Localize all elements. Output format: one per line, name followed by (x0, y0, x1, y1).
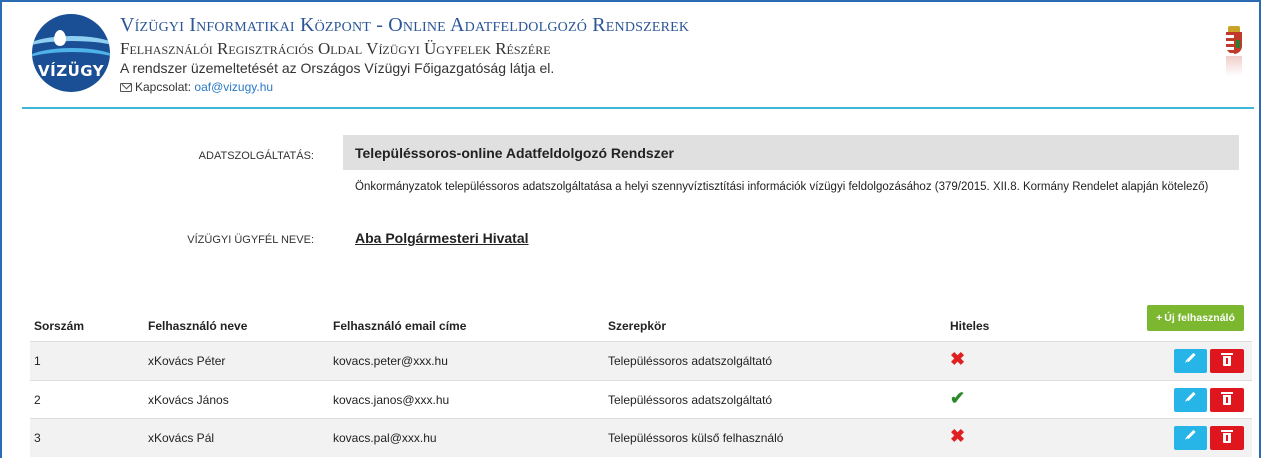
column-header-verified: Hiteles (950, 319, 990, 333)
row-user-role: Településsoros adatszolgáltató (608, 354, 773, 368)
table-row: 2 xKovács János kovacs.janos@xxx.hu Tele… (30, 381, 1252, 419)
row-user-role: Településsoros külső felhasználó (608, 431, 784, 445)
pencil-icon (1186, 429, 1196, 440)
row-index: 2 (34, 393, 41, 407)
contact-email-link[interactable]: oaf@vizugy.hu (194, 80, 273, 94)
row-index: 1 (34, 354, 41, 368)
client-name-link[interactable]: Aba Polgármesteri Hivatal (355, 230, 529, 246)
contact-line: Kapcsolat: oaf@vizugy.hu (120, 80, 273, 94)
row-user-email: kovacs.janos@xxx.hu (333, 393, 450, 407)
column-header-name: Felhasználó neve (148, 319, 248, 333)
column-header-email: Felhasználó email címe (333, 319, 467, 333)
logo-text: VÍZÜGY (38, 62, 105, 80)
pencil-icon (1186, 352, 1196, 363)
contact-label: Kapcsolat: (135, 80, 192, 94)
pencil-icon (1186, 391, 1196, 402)
cross-icon: ✖ (950, 426, 966, 446)
page-subtitle: Felhasználói Regisztrációs Oldal Vízügyi… (120, 39, 551, 58)
row-user-name: xKovács János (148, 393, 229, 407)
service-name: Településsoros-online Adatfeldolgozó Ren… (355, 145, 674, 161)
table-row: 3 xKovács Pál kovacs.pal@xxx.hu Települé… (30, 419, 1252, 457)
header: VÍZÜGY Vízügyi Informatikai Központ - On… (20, 8, 1250, 106)
header-divider (22, 107, 1254, 109)
row-user-name: xKovács Péter (148, 354, 226, 368)
add-user-button[interactable]: + Új felhasználó (1147, 305, 1244, 331)
trash-icon (1221, 392, 1233, 405)
column-header-role: Szerepkör (608, 319, 667, 333)
add-user-label: Új felhasználó (1164, 312, 1235, 324)
service-label: Adatszolgáltatás: (198, 150, 314, 162)
operator-text: A rendszer üzemeltetését az Országos Víz… (120, 60, 555, 76)
row-user-role: Településsoros adatszolgáltató (608, 393, 773, 407)
coat-of-arms-icon (1226, 26, 1242, 76)
row-user-email: kovacs.peter@xxx.hu (333, 354, 448, 368)
row-user-name: xKovács Pál (148, 431, 215, 445)
cross-icon: ✖ (950, 349, 966, 369)
delete-user-button[interactable] (1210, 426, 1244, 450)
table-row: 1 xKovács Péter kovacs.peter@xxx.hu Tele… (30, 342, 1252, 380)
vizugy-logo: VÍZÜGY (32, 14, 110, 92)
row-index: 3 (34, 431, 41, 445)
edit-user-button[interactable] (1174, 349, 1207, 373)
client-label: Vízügyi ügyfél neve: (187, 234, 314, 246)
edit-user-button[interactable] (1174, 426, 1207, 450)
trash-icon (1221, 430, 1233, 443)
delete-user-button[interactable] (1210, 349, 1244, 373)
row-user-email: kovacs.pal@xxx.hu (333, 431, 437, 445)
plus-icon: + (1156, 312, 1163, 324)
envelope-icon (120, 83, 132, 92)
delete-user-button[interactable] (1210, 388, 1244, 412)
trash-icon (1221, 353, 1233, 366)
column-header-index: Sorszám (34, 319, 85, 333)
edit-user-button[interactable] (1174, 388, 1207, 412)
check-icon: ✔ (950, 388, 966, 408)
service-description: Önkormányzatok településsoros adatszolgá… (355, 181, 1209, 193)
page-title: Vízügyi Informatikai Központ - Online Ad… (120, 14, 690, 36)
service-name-box: Településsoros-online Adatfeldolgozó Ren… (343, 135, 1239, 170)
